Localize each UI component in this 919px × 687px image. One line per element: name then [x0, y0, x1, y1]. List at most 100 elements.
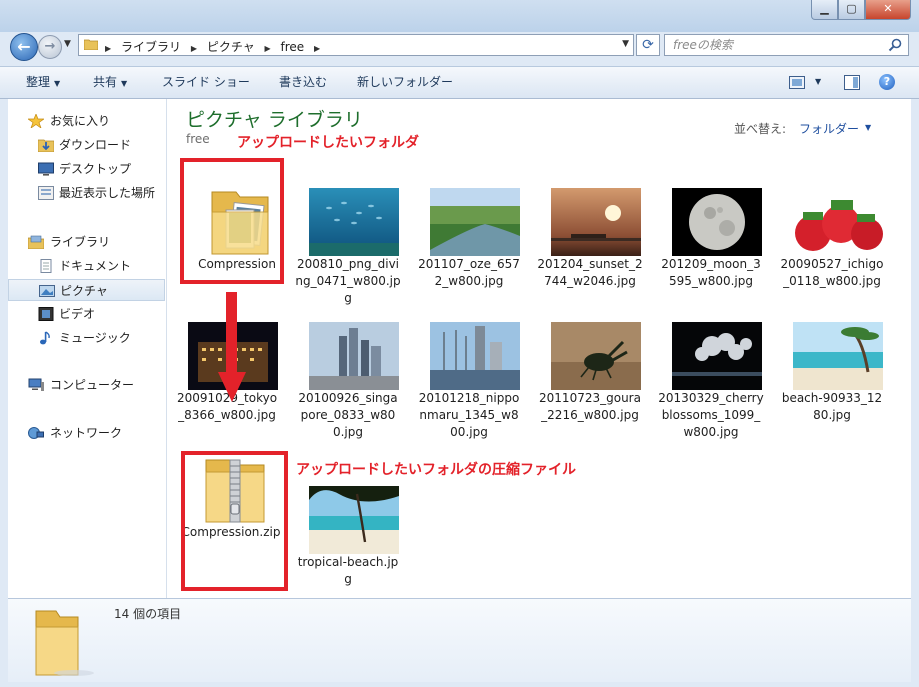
image-thumbnail [309, 486, 399, 554]
sidebar-item-documents[interactable]: ドキュメント [8, 255, 165, 277]
search-input[interactable] [673, 37, 873, 53]
image-thumbnail [793, 322, 883, 390]
image-thumbnail [430, 188, 520, 256]
image-item[interactable]: 201204_sunset_2744_w2046.jpg [535, 178, 647, 310]
image-thumbnail [551, 322, 641, 390]
chevron-down-icon[interactable]: ▼ [622, 39, 629, 49]
sidebar-item-network[interactable]: ネットワーク [8, 422, 165, 444]
back-button[interactable]: ← [10, 33, 38, 61]
image-item[interactable]: 20110723_goura_2216_w800.jpg [535, 312, 647, 444]
sidebar-item-label: ネットワーク [50, 426, 123, 440]
annotation-label-zip: アップロードしたいフォルダの圧縮ファイル [296, 462, 576, 478]
minimize-button[interactable]: ▁ [811, 0, 838, 20]
refresh-icon: ⟳ [642, 37, 654, 53]
change-view-icon[interactable] [789, 76, 805, 89]
sort-label: 並べ替え: [734, 122, 787, 136]
sidebar-item-pictures[interactable]: ピクチャ [8, 279, 165, 301]
command-bar: 整理 ▼ 共有 ▼ スライド ショー 書き込む 新しいフォルダー ▼ ? [0, 66, 919, 99]
search-icon[interactable] [888, 38, 902, 52]
slideshow-button[interactable]: スライド ショー [162, 67, 250, 98]
recent-pages-dropdown-icon[interactable]: ▼ [64, 39, 71, 49]
sidebar-item-videos[interactable]: ビデオ [8, 303, 165, 325]
chevron-down-icon[interactable]: ▼ [815, 77, 821, 86]
file-name: 201107_oze_6572_w800.jpg [418, 257, 520, 288]
share-button[interactable]: 共有 ▼ [93, 67, 127, 98]
forward-button[interactable]: → [38, 35, 62, 59]
address-bar[interactable]: ▶ ライブラリ ▶ ピクチャ ▶ free ▶ ▼ [78, 34, 634, 56]
organize-button[interactable]: 整理 ▼ [26, 67, 60, 98]
image-item[interactable]: 201107_oze_6572_w800.jpg [414, 178, 526, 310]
star-icon [28, 114, 44, 128]
sidebar-item-label: ビデオ [59, 307, 96, 321]
image-thumbnail [551, 188, 641, 256]
video-icon [38, 307, 54, 321]
sidebar-item-libraries[interactable]: ライブラリ [8, 231, 165, 253]
burn-button[interactable]: 書き込む [279, 67, 327, 98]
item-count: 14 個の項目 [114, 607, 182, 621]
image-item[interactable]: 20101218_nipponmaru_1345_w800.jpg [414, 312, 526, 444]
image-thumbnail [672, 188, 762, 256]
desktop-icon [38, 162, 54, 176]
image-item[interactable]: beach-90933_1280.jpg [777, 312, 889, 444]
navigation-pane: お気に入り ダウンロード デスクトップ 最近表示した場所 ライブラリ ドキュメン… [8, 99, 167, 598]
image-thumbnail [309, 188, 399, 256]
chevron-right-icon[interactable]: ▶ [265, 44, 271, 53]
explorer-window: ▁ ▢ ✕ ← → ▼ ▶ ライブラリ ▶ ピクチャ ▶ free ▶ ▼ ⟳ … [0, 0, 919, 687]
breadcrumb-pictures[interactable]: ピクチャ [207, 40, 255, 54]
chevron-right-icon[interactable]: ▶ [191, 44, 197, 53]
image-item[interactable]: tropical-beach.jpg [293, 476, 405, 608]
image-item[interactable]: 201209_moon_3595_w800.jpg [656, 178, 768, 310]
title-bar: ▁ ▢ ✕ [0, 0, 919, 32]
chevron-right-icon[interactable]: ▶ [314, 44, 320, 53]
maximize-button[interactable]: ▢ [838, 0, 865, 20]
new-folder-button[interactable]: 新しいフォルダー [357, 67, 453, 98]
sidebar-item-favorites[interactable]: お気に入り [8, 110, 165, 132]
sidebar-item-label: 最近表示した場所 [59, 186, 156, 200]
music-icon [40, 331, 50, 345]
image-thumbnail [793, 188, 883, 256]
annotation-box-folder [180, 158, 284, 284]
file-name: 201204_sunset_2744_w2046.jpg [537, 257, 643, 288]
library-icon [28, 235, 44, 249]
computer-icon [28, 378, 44, 391]
sidebar-item-label: お気に入り [50, 114, 111, 128]
refresh-button[interactable]: ⟳ [636, 34, 660, 56]
sidebar-item-label: デスクトップ [59, 162, 132, 176]
details-pane: 14 個の項目 [8, 598, 911, 682]
sort-dropdown[interactable]: フォルダー [799, 120, 859, 137]
sidebar-item-recent-places[interactable]: 最近表示した場所 [8, 182, 165, 204]
sidebar-item-downloads[interactable]: ダウンロード [8, 134, 165, 156]
image-item[interactable]: 20090527_ichigo_0118_w800.jpg [777, 178, 889, 310]
chevron-down-icon: ▼ [121, 79, 128, 88]
file-name: 20101218_nipponmaru_1345_w800.jpg [418, 391, 520, 439]
annotation-arrow-down [218, 292, 246, 402]
sidebar-item-label: ピクチャ [60, 284, 108, 298]
sidebar-item-music[interactable]: ミュージック [8, 327, 165, 349]
library-title: ピクチャ ライブラリ [186, 109, 363, 131]
chevron-down-icon[interactable]: ▼ [865, 123, 871, 132]
chevron-right-icon[interactable]: ▶ [105, 44, 111, 53]
sidebar-item-computer[interactable]: コンピューター [8, 374, 165, 396]
image-item[interactable]: 200810_png_diving_0471_w800.jpg [293, 178, 405, 310]
sidebar-item-desktop[interactable]: デスクトップ [8, 158, 165, 180]
organize-label: 整理 [26, 75, 51, 89]
preview-pane-icon[interactable] [844, 75, 860, 90]
folder-icon [35, 610, 94, 676]
breadcrumb-free[interactable]: free [281, 40, 305, 54]
file-name: beach-90933_1280.jpg [781, 391, 883, 422]
breadcrumb-libraries[interactable]: ライブラリ [121, 40, 181, 54]
close-button[interactable]: ✕ [865, 0, 911, 20]
sidebar-item-label: ドキュメント [59, 259, 132, 273]
library-subtitle: free [186, 132, 210, 146]
help-button[interactable]: ? [879, 74, 895, 90]
search-box[interactable] [664, 34, 909, 56]
sidebar-item-label: ライブラリ [50, 235, 111, 249]
pictures-icon [39, 285, 55, 297]
image-item[interactable]: 20100926_singapore_0833_w800.jpg [293, 312, 405, 444]
image-thumbnail [309, 322, 399, 390]
image-item[interactable]: 20130329_cherryblossoms_1099_w800.jpg [656, 312, 768, 444]
image-thumbnail [430, 322, 520, 390]
recent-places-icon [38, 186, 54, 200]
breadcrumb: ▶ ライブラリ ▶ ピクチャ ▶ free ▶ [105, 38, 326, 55]
share-label: 共有 [93, 75, 118, 89]
